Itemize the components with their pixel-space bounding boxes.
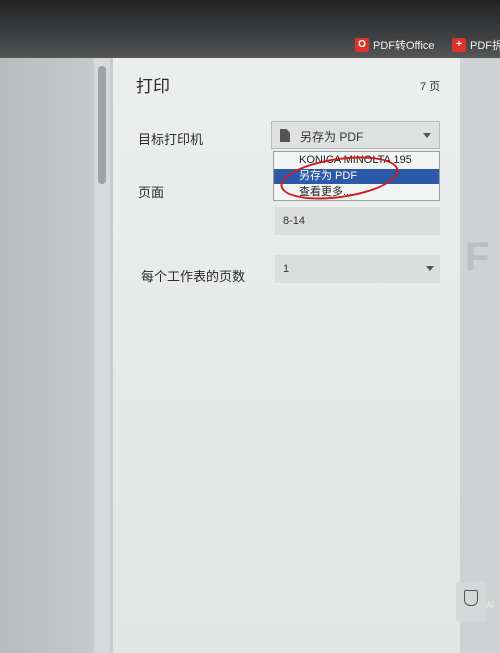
pages-range-value: 8-14 (283, 215, 306, 227)
pdf-to-office-button[interactable]: O PDF转Office (355, 36, 435, 54)
security-widget[interactable] (456, 582, 486, 622)
document-icon (280, 129, 290, 142)
pages-range-input[interactable]: 8-14 (275, 207, 440, 235)
scrollbar-thumb[interactable] (98, 66, 106, 184)
pdf-to-office-label: PDF转Office (373, 40, 435, 52)
top-toolbar: O PDF转Office + PDF拆 (0, 0, 500, 58)
chevron-down-icon (426, 266, 434, 271)
background-document (460, 58, 500, 653)
destination-selected-value: 另存为 PDF (300, 130, 364, 144)
office-icon: O (355, 38, 369, 52)
shield-icon (464, 590, 478, 606)
pages-label: 页面 (138, 185, 165, 200)
page-count: 7 页 (420, 81, 441, 93)
preview-pane (0, 58, 92, 653)
background-pdf-letters: F (465, 235, 490, 279)
overlay-tag: Al (486, 600, 495, 610)
pages-per-sheet-value: 1 (283, 263, 290, 275)
pages-per-sheet-select[interactable]: 1 (275, 255, 440, 283)
print-title: 打印 (136, 77, 170, 96)
split-icon: + (452, 38, 466, 52)
pdf-split-button[interactable]: + PDF拆 (452, 36, 500, 54)
pages-per-sheet-label: 每个工作表的页数 (141, 269, 246, 284)
pdf-split-label: PDF拆 (470, 40, 500, 52)
destination-select[interactable]: 另存为 PDF (271, 121, 440, 149)
chevron-down-icon (423, 133, 431, 138)
destination-label: 目标打印机 (138, 132, 204, 147)
